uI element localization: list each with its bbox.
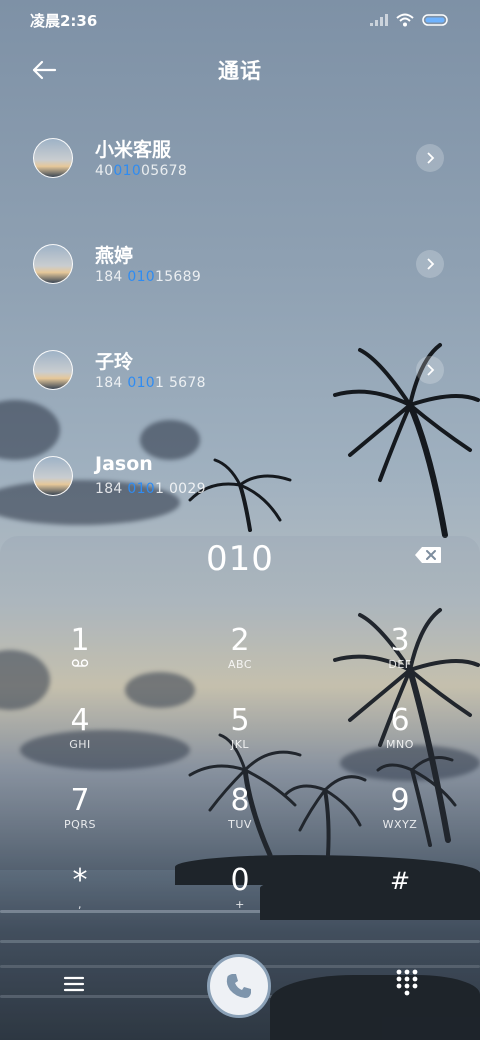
voicemail-icon [71,659,89,667]
number-match: 010 [127,375,155,391]
key-9[interactable]: 9 WXYZ [340,784,460,854]
chevron-right-icon [427,152,435,164]
avatar [33,244,73,284]
backspace-icon[interactable] [414,546,442,564]
status-bar: 凌晨2:36 [0,0,480,40]
key-star[interactable]: * , [20,864,140,934]
number-match: 010 [113,163,142,179]
contact-detail-button[interactable] [416,356,444,384]
contact-item[interactable]: 燕婷 184 01015689 [0,226,480,306]
phone-icon [226,974,251,998]
bottom-action-bar [0,954,480,1018]
contact-name: 燕婷 [95,245,134,267]
contact-name: 子玲 [95,351,134,373]
contact-number: 4001005678 [95,163,188,179]
key-6[interactable]: 6 MNO [340,704,460,774]
contact-number: 184 0101 5678 [95,375,206,391]
wifi-icon [396,13,414,27]
signal-icon [370,14,388,26]
page-title: 通话 [218,59,262,83]
number-match: 010 [127,269,155,285]
contact-detail-button[interactable] [416,250,444,278]
keypad-icon[interactable] [394,968,420,998]
chevron-right-icon [427,258,435,270]
key-2[interactable]: 2 ABC [180,624,300,694]
contact-number: 184 0101 0029 [95,481,206,497]
avatar [33,138,73,178]
key-1[interactable]: 1 [20,624,140,694]
battery-icon [422,14,448,26]
chevron-right-icon [427,364,435,376]
back-arrow-icon [32,60,57,80]
avatar [33,350,73,390]
key-5[interactable]: 5 JKL [180,704,300,774]
menu-icon[interactable] [60,970,88,998]
key-3[interactable]: 3 DEF [340,624,460,694]
number-match: 010 [127,481,155,497]
contact-detail-button[interactable] [416,144,444,172]
contact-item[interactable]: 小米客服 4001005678 [0,120,480,200]
status-time: 凌晨2:36 [30,11,98,30]
header: 通话 [0,48,480,92]
contact-name: Jason [95,453,153,475]
call-button[interactable] [207,954,271,1018]
avatar [33,456,73,496]
contact-name: 小米客服 [95,139,172,161]
contact-item[interactable]: Jason 184 0101 0029 [0,438,480,518]
key-4[interactable]: 4 GHI [20,704,140,774]
status-icons [370,13,450,27]
contact-number: 184 01015689 [95,269,202,285]
key-7[interactable]: 7 PQRS [20,784,140,854]
key-hash[interactable]: # [340,864,460,934]
key-8[interactable]: 8 TUV [180,784,300,854]
back-button[interactable] [28,56,60,84]
dialed-number: 010 [206,539,274,579]
contact-item[interactable]: 子玲 184 0101 5678 [0,332,480,412]
key-0[interactable]: 0 + [180,864,300,934]
